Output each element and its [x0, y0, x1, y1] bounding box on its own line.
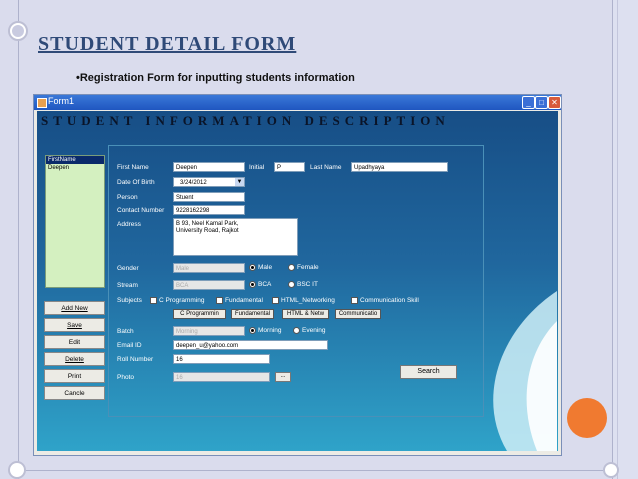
gender-female-label: Female: [297, 264, 319, 271]
stream-bca-label: BCA: [258, 281, 272, 288]
stream-bscit-label: BSC IT: [297, 281, 318, 288]
save-label: Save: [67, 322, 82, 329]
stream-label: Stream: [117, 282, 138, 289]
slide-left-rule: [18, 0, 19, 479]
address-input[interactable]: B 93, Neel Kamal Park, University Road, …: [173, 218, 298, 256]
close-button[interactable]: ✕: [548, 96, 561, 109]
add-new-button[interactable]: Add New: [44, 301, 105, 315]
add-new-label: Add New: [61, 305, 88, 312]
contact-label: Contact Number: [117, 207, 165, 214]
initial-input[interactable]: P: [274, 162, 305, 172]
form-client-area: STUDENT INFORMATION DESCRIPTION FirstNam…: [37, 111, 558, 451]
student-list-item[interactable]: Deepen: [46, 164, 104, 173]
edit-button[interactable]: Edit: [44, 335, 105, 349]
student-list-header: FirstName: [46, 156, 104, 164]
person-input[interactable]: Stuent: [173, 192, 245, 202]
first-name-label: First Name: [117, 164, 149, 171]
gender-display: Male: [173, 263, 245, 273]
chevron-down-icon[interactable]: ▼: [235, 178, 244, 186]
student-list[interactable]: FirstName Deepen: [45, 155, 105, 288]
subject-fund-checkbox[interactable]: [216, 297, 223, 304]
decor-dot-bottom: [8, 461, 26, 479]
decor-dot-right: [603, 462, 619, 478]
cancel-button[interactable]: Cancle: [44, 386, 105, 400]
email-input[interactable]: deepen_u@yahoo.com: [173, 340, 328, 350]
maximize-button[interactable]: □: [535, 96, 548, 109]
subject-c-label: C Programming: [159, 297, 205, 304]
photo-label: Photo: [117, 374, 134, 381]
gender-label: Gender: [117, 265, 139, 272]
subject-comm-button[interactable]: Communicatio: [335, 309, 381, 319]
decor-dot-top-inner: [12, 25, 24, 37]
batch-evening-label: Evening: [302, 327, 326, 334]
batch-morning-radio[interactable]: [249, 327, 256, 334]
gender-female-radio[interactable]: [288, 264, 295, 271]
save-button[interactable]: Save: [44, 318, 105, 332]
subject-c-checkbox[interactable]: [150, 297, 157, 304]
minimize-button[interactable]: _: [522, 96, 535, 109]
batch-display: Morning: [173, 326, 245, 336]
subject-fund-button[interactable]: Fundamental: [231, 309, 274, 319]
slide-bottom-rule: [18, 470, 612, 471]
batch-evening-radio[interactable]: [293, 327, 300, 334]
slide-right-band: [612, 0, 638, 479]
delete-label: Delete: [65, 356, 84, 363]
form-icon: [37, 98, 47, 108]
email-label: Email ID: [117, 342, 142, 349]
subject-comm-label: Communication Skill: [360, 297, 419, 304]
subject-html-button[interactable]: HTML & Netw: [282, 309, 329, 319]
gender-male-label: Male: [258, 264, 273, 271]
subject-fund-label: Fundamental: [225, 297, 263, 304]
contact-input[interactable]: 9228162298: [173, 205, 245, 215]
roll-number-label: Roll Number: [117, 356, 154, 363]
dob-label: Date Of Birth: [117, 179, 155, 186]
window-title: Form1: [48, 96, 75, 106]
form-window: Form1 _ □ ✕ STUDENT INFORMATION DESCRIPT…: [33, 94, 562, 456]
subject-html-checkbox[interactable]: [272, 297, 279, 304]
subject-c-button[interactable]: C Programmin: [173, 309, 226, 319]
dob-value: 3/24/2012: [180, 180, 207, 186]
orange-dot: [567, 398, 607, 438]
first-name-input[interactable]: Deepen: [173, 162, 245, 172]
stream-bscit-radio[interactable]: [288, 281, 295, 288]
roll-number-input[interactable]: 16: [173, 354, 270, 364]
stream-display: BCA: [173, 280, 245, 290]
gender-male-radio[interactable]: [249, 264, 256, 271]
address-line-1: B 93, Neel Kamal Park,: [176, 221, 239, 227]
print-button[interactable]: Print: [44, 369, 105, 383]
slide-right-rule: [617, 0, 618, 479]
last-name-label: Last Name: [310, 164, 342, 171]
search-button[interactable]: Search: [400, 365, 457, 379]
last-name-input[interactable]: Upadhyaya: [351, 162, 448, 172]
photo-path-input: 16: [173, 372, 270, 382]
subject-html-label: HTML_Networking: [281, 297, 335, 304]
window-titlebar[interactable]: Form1 _ □ ✕: [34, 95, 561, 110]
dob-picker[interactable]: 3/24/2012 ▼: [173, 177, 245, 187]
person-label: Person: [117, 194, 138, 201]
slide-bullet: •Registration Form for inputting student…: [76, 72, 355, 84]
initial-label: Initial: [249, 164, 265, 171]
address-line-2: University Road, Rajkot: [176, 228, 239, 234]
batch-label: Batch: [117, 328, 134, 335]
slide-title: STUDENT DETAIL FORM: [38, 33, 297, 55]
address-label: Address: [117, 221, 141, 228]
photo-browse-button[interactable]: ...: [275, 372, 291, 382]
subjects-label: Subjects: [117, 297, 142, 304]
delete-button[interactable]: Delete: [44, 352, 105, 366]
batch-morning-label: Morning: [258, 327, 282, 334]
form-banner: STUDENT INFORMATION DESCRIPTION: [41, 113, 450, 128]
stream-bca-radio[interactable]: [249, 281, 256, 288]
subject-comm-checkbox[interactable]: [351, 297, 358, 304]
